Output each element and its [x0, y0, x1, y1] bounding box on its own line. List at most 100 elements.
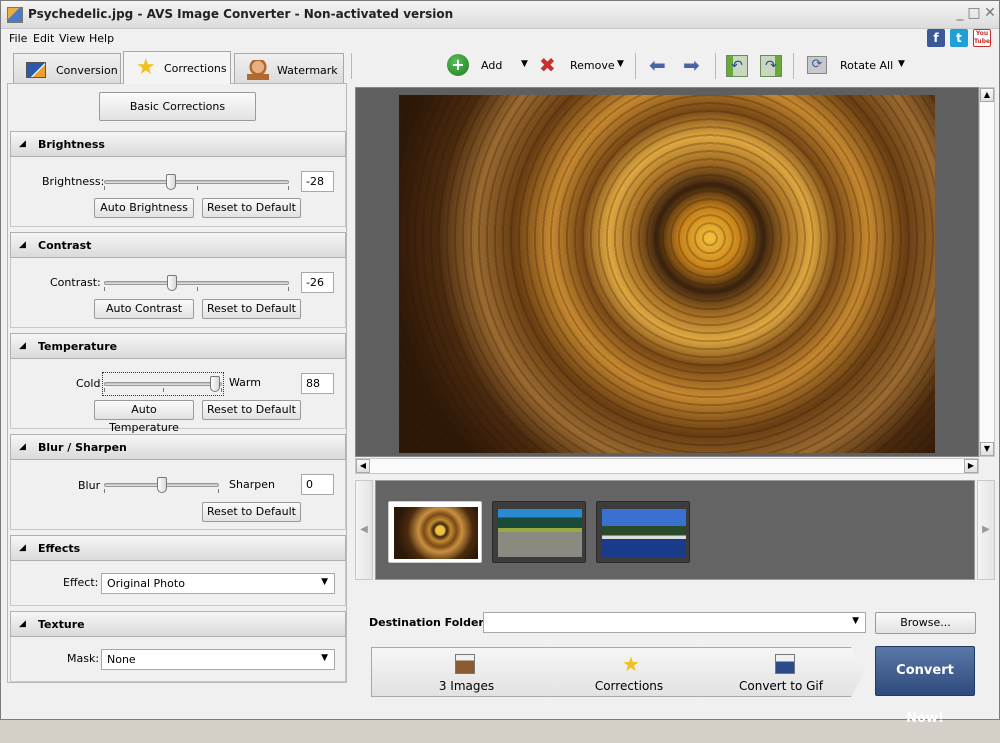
- menu-view[interactable]: View: [59, 32, 85, 45]
- facebook-icon[interactable]: f: [927, 29, 945, 47]
- section-title: Temperature: [38, 340, 118, 353]
- step-convert-to-gif[interactable]: Convert to Gif: [697, 647, 865, 697]
- auto-brightness-button[interactable]: Auto Brightness: [94, 198, 194, 218]
- contrast-reset-button[interactable]: Reset to Default: [202, 299, 301, 319]
- brightness-slider[interactable]: [104, 172, 289, 192]
- scroll-right-icon[interactable]: ▶: [964, 459, 978, 473]
- temperature-section-header[interactable]: ◢ Temperature: [10, 333, 346, 359]
- cold-label: Cold: [76, 377, 101, 390]
- remove-dropdown-icon[interactable]: ▼: [617, 59, 624, 69]
- scroll-down-icon[interactable]: ▼: [980, 442, 994, 456]
- rotate-all-dropdown-icon[interactable]: ▼: [898, 59, 905, 69]
- effects-section-header[interactable]: ◢ Effects: [10, 535, 346, 561]
- brightness-label: Brightness:: [42, 175, 105, 188]
- slider-thumb[interactable]: [209, 376, 220, 392]
- scroll-left-icon[interactable]: ◀: [356, 459, 370, 473]
- brightness-reset-button[interactable]: Reset to Default: [202, 198, 301, 218]
- collapse-icon: ◢: [19, 240, 26, 250]
- step-images[interactable]: 3 Images: [371, 647, 561, 697]
- browse-button[interactable]: Browse...: [875, 612, 976, 634]
- step-corrections[interactable]: ★ Corrections: [547, 647, 711, 697]
- contrast-section-header[interactable]: ◢ Contrast: [10, 232, 346, 258]
- mask-select[interactable]: None ▼: [101, 649, 335, 670]
- add-dropdown-icon[interactable]: ▼: [521, 59, 528, 69]
- strip-right-icon[interactable]: ▶: [977, 480, 995, 580]
- tab-label: Corrections: [164, 62, 227, 75]
- effect-label: Effect:: [63, 576, 99, 589]
- menu-file[interactable]: File: [9, 32, 27, 45]
- blur-sharpen-slider[interactable]: [104, 475, 219, 495]
- basic-corrections-button[interactable]: Basic Corrections: [99, 92, 256, 121]
- next-icon[interactable]: ➡: [683, 55, 700, 75]
- close-button[interactable]: ✕: [983, 5, 997, 21]
- mask-select-value: None: [107, 653, 136, 666]
- auto-temperature-button[interactable]: Auto Temperature: [94, 400, 194, 434]
- blur-sharpen-value-input[interactable]: 0: [301, 474, 334, 495]
- contrast-value-input[interactable]: -26: [301, 272, 334, 293]
- texture-section-header[interactable]: ◢ Texture: [10, 611, 346, 637]
- brightness-value-input[interactable]: -28: [301, 171, 334, 192]
- preview-image: [399, 95, 935, 453]
- contrast-slider[interactable]: [104, 273, 289, 293]
- step-label: Corrections: [594, 679, 664, 693]
- workflow-steps: 3 Images ★ Corrections Convert to Gif: [371, 647, 865, 697]
- chevron-down-icon: ▼: [321, 577, 328, 587]
- preview-vertical-scrollbar[interactable]: ▲ ▼: [979, 87, 995, 457]
- rotate-left-icon[interactable]: ↶: [726, 55, 748, 77]
- gif-file-icon: [775, 654, 795, 674]
- twitter-icon[interactable]: t: [950, 29, 968, 47]
- rotate-all-icon[interactable]: ⟳: [807, 56, 827, 74]
- slider-thumb[interactable]: [167, 275, 178, 291]
- stamp-icon: [247, 60, 269, 80]
- blur-sharpen-section: Blur Sharpen 0 Reset to Default: [10, 460, 346, 530]
- menu-help[interactable]: Help: [89, 32, 114, 45]
- thumbnail-item[interactable]: [596, 501, 690, 563]
- conversion-footer: Destination Folder: ▼ Browse... 3 Images…: [355, 586, 995, 726]
- preview-horizontal-scrollbar[interactable]: ◀ ▶: [355, 458, 979, 474]
- temperature-slider[interactable]: [102, 372, 224, 396]
- contrast-label: Contrast:: [50, 276, 101, 289]
- add-icon[interactable]: +: [447, 54, 469, 76]
- maximize-button[interactable]: □: [967, 5, 981, 21]
- star-icon: ★: [622, 652, 640, 676]
- thumbnail-item[interactable]: [492, 501, 586, 563]
- corrections-panel: Basic Corrections ◢ Brightness Brightnes…: [7, 83, 347, 683]
- rotate-right-icon[interactable]: ↷: [760, 55, 782, 77]
- temperature-reset-button[interactable]: Reset to Default: [202, 400, 301, 420]
- slider-thumb[interactable]: [165, 174, 176, 190]
- blur-sharpen-section-header[interactable]: ◢ Blur / Sharpen: [10, 434, 346, 460]
- section-title: Effects: [38, 542, 81, 555]
- thumbnail-item[interactable]: [388, 501, 482, 563]
- tab-corrections[interactable]: ★ Corrections: [123, 51, 231, 84]
- add-button[interactable]: Add: [481, 59, 502, 72]
- destination-folder-input[interactable]: ▼: [483, 612, 866, 633]
- title-bar: Psychedelic.jpg - AVS Image Converter - …: [1, 1, 999, 29]
- tab-watermark[interactable]: Watermark: [234, 53, 344, 83]
- tab-label: Conversion: [56, 64, 118, 77]
- blur-sharpen-reset-button[interactable]: Reset to Default: [202, 502, 301, 522]
- brightness-section: Brightness: -28 Auto Brightness Reset to…: [10, 157, 346, 227]
- tab-conversion[interactable]: Conversion: [13, 53, 121, 83]
- effect-select-value: Original Photo: [107, 577, 185, 590]
- step-label: Convert to Gif: [739, 679, 823, 693]
- mode-tabs: Conversion ★ Corrections Watermark: [1, 49, 351, 84]
- minimize-button[interactable]: _: [953, 5, 967, 21]
- scroll-up-icon[interactable]: ▲: [980, 88, 994, 102]
- auto-contrast-button[interactable]: Auto Contrast: [94, 299, 194, 319]
- remove-icon[interactable]: ✖: [539, 54, 556, 76]
- effect-select[interactable]: Original Photo ▼: [101, 573, 335, 594]
- rotate-all-button[interactable]: Rotate All: [840, 59, 893, 72]
- app-window: Psychedelic.jpg - AVS Image Converter - …: [0, 0, 1000, 726]
- brightness-section-header[interactable]: ◢ Brightness: [10, 131, 346, 157]
- conversion-icon: [26, 62, 46, 78]
- section-title: Blur / Sharpen: [38, 441, 127, 454]
- remove-button[interactable]: Remove: [570, 59, 615, 72]
- strip-left-icon[interactable]: ◀: [355, 480, 373, 580]
- previous-icon[interactable]: ⬅: [649, 55, 666, 75]
- window-title: Psychedelic.jpg - AVS Image Converter - …: [28, 7, 454, 21]
- convert-now-button[interactable]: Convert Now!: [875, 646, 975, 726]
- slider-thumb[interactable]: [156, 477, 167, 493]
- youtube-icon[interactable]: You Tube: [973, 29, 991, 47]
- menu-edit[interactable]: Edit: [33, 32, 54, 45]
- temperature-value-input[interactable]: 88: [301, 373, 334, 394]
